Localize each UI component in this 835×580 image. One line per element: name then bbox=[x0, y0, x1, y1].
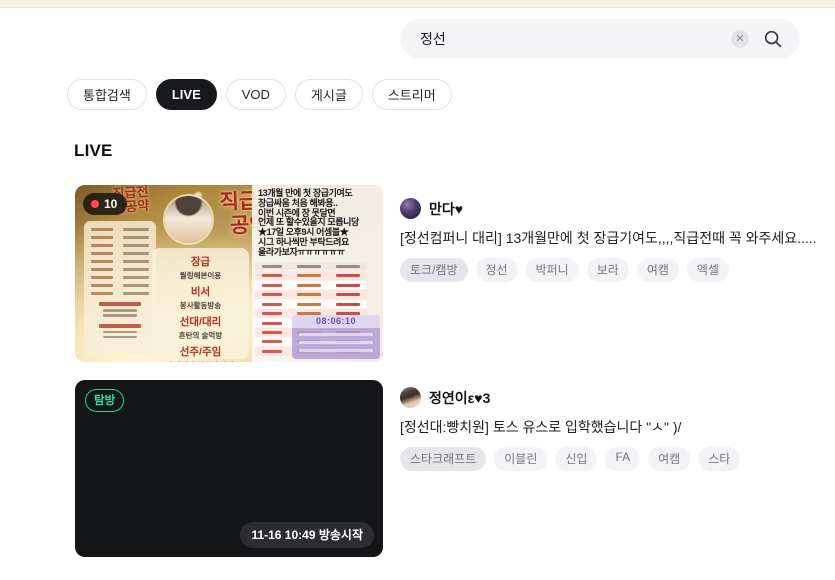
tag[interactable]: 정선 bbox=[476, 258, 518, 282]
top-strip bbox=[0, 0, 835, 8]
tag[interactable]: 보라 bbox=[587, 258, 629, 282]
tag[interactable]: 엑셀 bbox=[687, 258, 729, 282]
filter-tabs: 통합검색 LIVE VOD 게시글 스트리머 bbox=[67, 79, 452, 110]
tag[interactable]: 여캠 bbox=[637, 258, 679, 282]
streamer-name: 만다♥ bbox=[429, 199, 463, 219]
tab-unified-search[interactable]: 통합검색 bbox=[67, 79, 147, 110]
search-input[interactable] bbox=[420, 31, 731, 47]
stream-title[interactable]: [정선컴퍼니 대리] 13개월만에 첫 장급기여도,,,,직급전때 꼭 와주세요… bbox=[400, 228, 820, 248]
tag[interactable]: 이블린 bbox=[494, 447, 547, 471]
stream-thumbnail-1[interactable]: 10 직급전 안공약 직급별 공약 장급 월링해본이용 비서 봉사활동방송 선대… bbox=[75, 185, 383, 362]
tab-posts[interactable]: 게시글 bbox=[295, 79, 363, 110]
uptime-widget: 08:06:10 bbox=[292, 315, 380, 359]
poster-photo bbox=[165, 196, 212, 243]
viewer-count: 10 bbox=[104, 197, 117, 211]
tag-list: 스타크래프트 이블린 신입 FA 여캠 스타 bbox=[400, 447, 820, 471]
tag-list: 토크/캠방 정선 박퍼니 보라 여캠 엑셀 bbox=[400, 258, 820, 282]
uptime-text: 08:06:10 bbox=[292, 315, 380, 328]
live-dot-icon bbox=[91, 200, 99, 208]
clear-search-button[interactable]: ✕ bbox=[731, 30, 749, 48]
viewer-count-badge: 10 bbox=[83, 193, 127, 215]
streamer-name: 정연이ε♥3 bbox=[429, 388, 490, 408]
streamer-avatar bbox=[400, 198, 421, 219]
tag-category[interactable]: 토크/캠방 bbox=[400, 258, 468, 282]
tag[interactable]: 스타 bbox=[698, 447, 740, 471]
tag[interactable]: 신입 bbox=[555, 447, 597, 471]
search-icon bbox=[763, 29, 783, 49]
section-title-live: LIVE bbox=[74, 141, 113, 161]
tab-vod[interactable]: VOD bbox=[226, 79, 286, 110]
streamer-avatar bbox=[400, 387, 421, 408]
poster-pledge-panel: 장급 월링해본이용 비서 봉사활동방송 선대/대리 흔탄의 술먹방 선주/주임 … bbox=[152, 248, 249, 359]
stream-thumbnail-2[interactable]: 탐방 11-16 10:49 방송시작 bbox=[75, 380, 383, 557]
explore-badge: 탐방 bbox=[85, 389, 124, 412]
tab-streamer[interactable]: 스트리머 bbox=[372, 79, 452, 110]
close-icon: ✕ bbox=[735, 33, 744, 45]
stream-info-1: 만다♥ [정선컴퍼니 대리] 13개월만에 첫 장급기여도,,,,직급전때 꼭 … bbox=[400, 185, 820, 362]
tag[interactable]: FA bbox=[605, 447, 640, 471]
stream-info-2: 정연이ε♥3 [정선대:빵치원] 토스 유스로 입학했습니다 "ㅅ" )/ 스타… bbox=[400, 380, 820, 557]
search-bar[interactable]: ✕ bbox=[400, 19, 800, 58]
streamer-row[interactable]: 만다♥ bbox=[400, 198, 820, 219]
live-result-1: 10 직급전 안공약 직급별 공약 장급 월링해본이용 비서 봉사활동방송 선대… bbox=[75, 185, 820, 362]
streamer-row[interactable]: 정연이ε♥3 bbox=[400, 387, 820, 408]
broadcast-start-badge: 11-16 10:49 방송시작 bbox=[240, 522, 374, 548]
tab-live[interactable]: LIVE bbox=[156, 79, 217, 110]
tag[interactable]: 여캠 bbox=[648, 447, 690, 471]
tag[interactable]: 박퍼니 bbox=[526, 258, 579, 282]
live-result-2: 탐방 11-16 10:49 방송시작 정연이ε♥3 [정선대:빵치원] 토스 … bbox=[75, 380, 820, 557]
tag-category[interactable]: 스타크래프트 bbox=[400, 447, 486, 471]
poster-donation-panel bbox=[84, 221, 156, 354]
search-button[interactable] bbox=[762, 28, 784, 50]
stream-title[interactable]: [정선대:빵치원] 토스 유스로 입학했습니다 "ㅅ" )/ bbox=[400, 417, 820, 437]
